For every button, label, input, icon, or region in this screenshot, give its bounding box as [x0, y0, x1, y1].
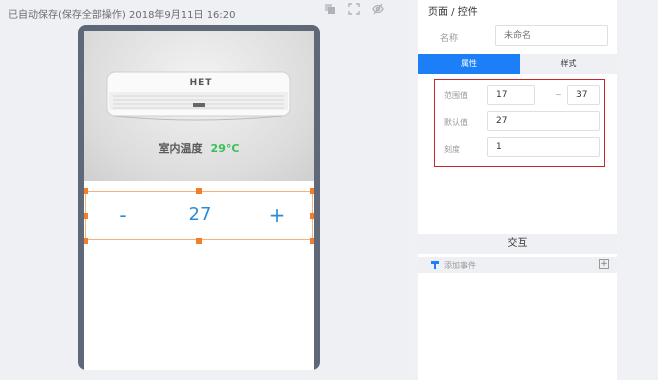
resize-handle-top-right[interactable] — [310, 188, 314, 194]
canvas-area: 已自动保存(保存全部操作) 2018年9月11日 16:20 HET 室内温度 … — [0, 0, 410, 380]
step-input[interactable] — [487, 137, 600, 157]
default-value-label: 默认值 — [444, 118, 468, 127]
aircon-image-panel: HET 室内温度 29°C — [84, 31, 314, 181]
increment-button[interactable]: + — [262, 200, 292, 230]
room-temp-value: 29°C — [210, 142, 240, 155]
step-label: 刻度 — [444, 145, 460, 154]
brand-label: HET — [189, 78, 213, 88]
stepper-value: 27 — [188, 204, 212, 225]
resize-handle-bottom[interactable] — [196, 238, 202, 244]
canvas-toolbar — [324, 3, 384, 15]
properties-panel: 页面 / 控件 名称 属性 样式 范围值 ~ 默认值 刻度 交互 添加事件 + — [418, 0, 617, 380]
default-value-input[interactable] — [487, 111, 600, 131]
resize-handle-bottom-left[interactable] — [84, 238, 88, 244]
phone-frame: HET 室内温度 29°C - 27 + — [78, 25, 320, 370]
panel-title: 页面 / 控件 — [428, 7, 478, 18]
range-max-input[interactable] — [567, 85, 600, 105]
decrement-button[interactable]: - — [108, 200, 138, 230]
add-event-label[interactable]: 添加事件 — [444, 260, 476, 271]
name-label: 名称 — [440, 34, 459, 44]
resize-handle-top[interactable] — [196, 188, 202, 194]
layers-icon[interactable] — [324, 3, 336, 15]
tab-bar: 属性 样式 — [418, 54, 617, 74]
resize-handle-top-left[interactable] — [84, 188, 88, 194]
fullscreen-icon[interactable] — [348, 3, 360, 15]
name-input[interactable] — [495, 25, 608, 46]
range-min-input[interactable] — [487, 85, 535, 105]
range-separator: ~ — [555, 90, 562, 99]
room-temp-label: 室内温度 — [158, 142, 203, 155]
tab-properties[interactable]: 属性 — [418, 54, 520, 74]
add-event-button[interactable]: + — [599, 259, 609, 269]
interaction-header: 交互 — [418, 234, 617, 254]
phone-screen: HET 室内温度 29°C - 27 + — [84, 31, 314, 370]
eye-hidden-icon[interactable] — [372, 3, 384, 15]
resize-handle-left[interactable] — [84, 213, 88, 219]
stepper-properties-group: 范围值 ~ 默认值 刻度 — [434, 79, 605, 167]
room-temperature: 室内温度 29°C — [84, 140, 314, 156]
add-event-row[interactable]: 添加事件 + — [418, 257, 617, 273]
temperature-stepper[interactable]: - 27 + — [85, 191, 313, 240]
range-label: 范围值 — [444, 91, 468, 100]
resize-handle-bottom-right[interactable] — [310, 238, 314, 244]
autosave-status: 已自动保存(保存全部操作) 2018年9月11日 16:20 — [8, 10, 236, 21]
tab-style[interactable]: 样式 — [520, 54, 617, 74]
event-icon — [431, 261, 439, 269]
resize-handle-right[interactable] — [310, 213, 314, 219]
